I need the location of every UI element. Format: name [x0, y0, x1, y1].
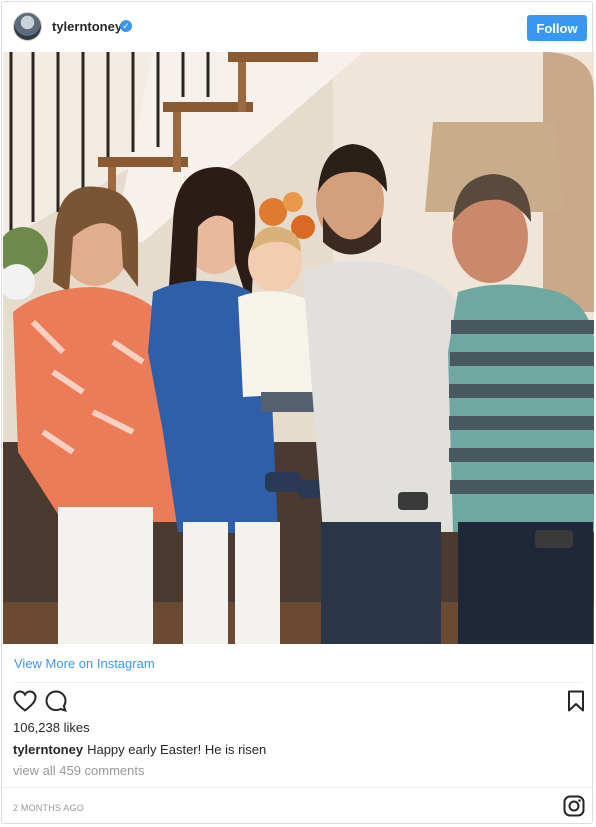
verified-badge-icon: ✓	[120, 20, 132, 32]
timestamp[interactable]: 2 MONTHS AGO	[13, 803, 84, 813]
caption-text: Happy early Easter! He is risen	[87, 742, 267, 757]
caption-username[interactable]: tylerntoney	[13, 742, 83, 757]
likes-count[interactable]: 106,238 likes	[13, 720, 90, 735]
divider	[14, 682, 582, 683]
view-more-on-instagram-link[interactable]: View More on Instagram	[14, 656, 155, 671]
comment-icon[interactable]	[45, 690, 67, 712]
header-username[interactable]: tylerntoney	[52, 19, 122, 34]
divider	[2, 787, 594, 788]
avatar[interactable]	[13, 12, 42, 41]
heart-icon[interactable]	[13, 690, 37, 712]
post-header: tylerntoney ✓ Follow	[2, 2, 594, 52]
view-all-comments-link[interactable]: view all 459 comments	[13, 763, 145, 778]
instagram-glyph-icon[interactable]	[563, 795, 585, 817]
caption: tylerntoney Happy early Easter! He is ris…	[13, 742, 266, 757]
bookmark-icon[interactable]	[567, 690, 585, 712]
photo-illustration	[3, 52, 594, 644]
post-photo[interactable]	[3, 52, 594, 644]
instagram-embed-card: tylerntoney ✓ Follow View More on Instag…	[1, 1, 594, 824]
follow-button[interactable]: Follow	[527, 15, 587, 41]
